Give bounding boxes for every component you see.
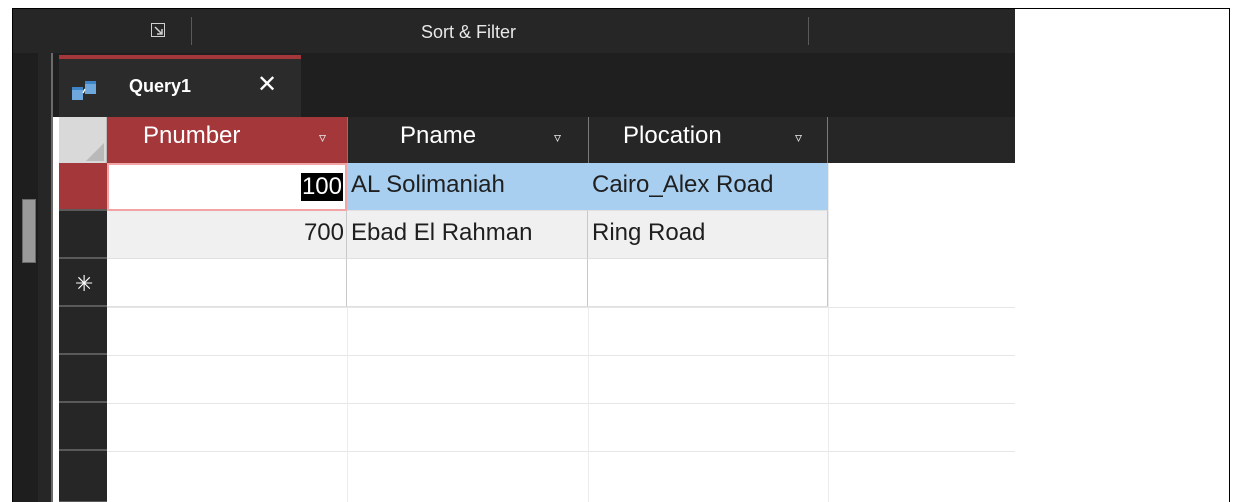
filter-dropdown-icon[interactable]: ▿ bbox=[319, 129, 326, 146]
row-selector bbox=[59, 355, 107, 403]
query-icon bbox=[71, 79, 97, 101]
grid-line bbox=[107, 355, 1015, 356]
close-icon[interactable]: ✕ bbox=[257, 71, 277, 99]
new-record-icon: ✳ bbox=[75, 271, 94, 296]
table-cell-pname[interactable]: AL Solimaniah bbox=[347, 163, 588, 211]
scrollbar-track[interactable] bbox=[13, 53, 38, 502]
cell-value: Ebad El Rahman bbox=[351, 219, 533, 246]
ribbon-divider bbox=[808, 17, 809, 45]
new-record-cell[interactable] bbox=[588, 259, 828, 307]
table-cell-plocation[interactable]: Cairo_Alex Road bbox=[588, 163, 828, 211]
column-header-label: Plocation bbox=[623, 122, 722, 149]
column-header-pname[interactable]: Pname ▿ bbox=[347, 117, 588, 163]
new-record-cell[interactable] bbox=[347, 259, 588, 307]
grid-line bbox=[347, 307, 348, 502]
grid-line bbox=[107, 403, 1015, 404]
tab-query1[interactable]: Query1 ✕ bbox=[59, 55, 301, 117]
grid-line bbox=[588, 307, 589, 502]
cell-value: 100 bbox=[300, 173, 343, 201]
ribbon: Sort & Filter bbox=[13, 9, 1015, 53]
row-selector bbox=[59, 451, 107, 502]
cell-value: AL Solimaniah bbox=[351, 171, 505, 198]
tab-title: Query1 bbox=[129, 76, 192, 96]
table-cell-pnumber[interactable]: 700 bbox=[107, 211, 347, 259]
select-all-corner[interactable] bbox=[59, 117, 107, 163]
cell-value: Ring Road bbox=[592, 219, 706, 246]
header-empty-area bbox=[828, 117, 1015, 163]
ribbon-group-label: Sort & Filter bbox=[421, 22, 517, 42]
new-record-cell[interactable] bbox=[107, 259, 347, 307]
row-selector bbox=[59, 307, 107, 355]
grid-line bbox=[828, 163, 829, 502]
dialog-launcher-icon[interactable] bbox=[151, 23, 165, 37]
scrollbar-thumb[interactable] bbox=[22, 199, 36, 263]
filter-dropdown-icon[interactable]: ▿ bbox=[795, 129, 802, 146]
row-selector[interactable] bbox=[59, 163, 107, 211]
table-cell-pnumber[interactable]: 100 bbox=[107, 163, 347, 211]
grid-line bbox=[107, 451, 1015, 452]
table-cell-plocation[interactable]: Ring Road bbox=[588, 211, 828, 259]
app-window: Sort & Filter Query1 ✕ Pnumber ▿ Pname ▿… bbox=[12, 8, 1230, 502]
ribbon-divider bbox=[191, 17, 192, 45]
cell-value: 700 bbox=[303, 219, 344, 246]
row-selector bbox=[59, 403, 107, 451]
new-record-selector[interactable]: ✳ bbox=[59, 259, 107, 307]
row-selector[interactable] bbox=[59, 211, 107, 259]
document-tab-bar: Query1 ✕ bbox=[53, 53, 1015, 117]
navigation-pane bbox=[13, 53, 53, 502]
cell-value: Cairo_Alex Road bbox=[592, 171, 774, 198]
datasheet-grid: Pnumber ▿ Pname ▿ Plocation ▿ ✳ 100 AL S… bbox=[59, 117, 1015, 502]
column-header-pnumber[interactable]: Pnumber ▿ bbox=[107, 117, 347, 163]
table-cell-pname[interactable]: Ebad El Rahman bbox=[347, 211, 588, 259]
pane-divider[interactable] bbox=[51, 53, 53, 502]
grid-line bbox=[107, 307, 1015, 308]
filter-dropdown-icon[interactable]: ▿ bbox=[554, 129, 561, 146]
column-header-plocation[interactable]: Plocation ▿ bbox=[588, 117, 828, 163]
